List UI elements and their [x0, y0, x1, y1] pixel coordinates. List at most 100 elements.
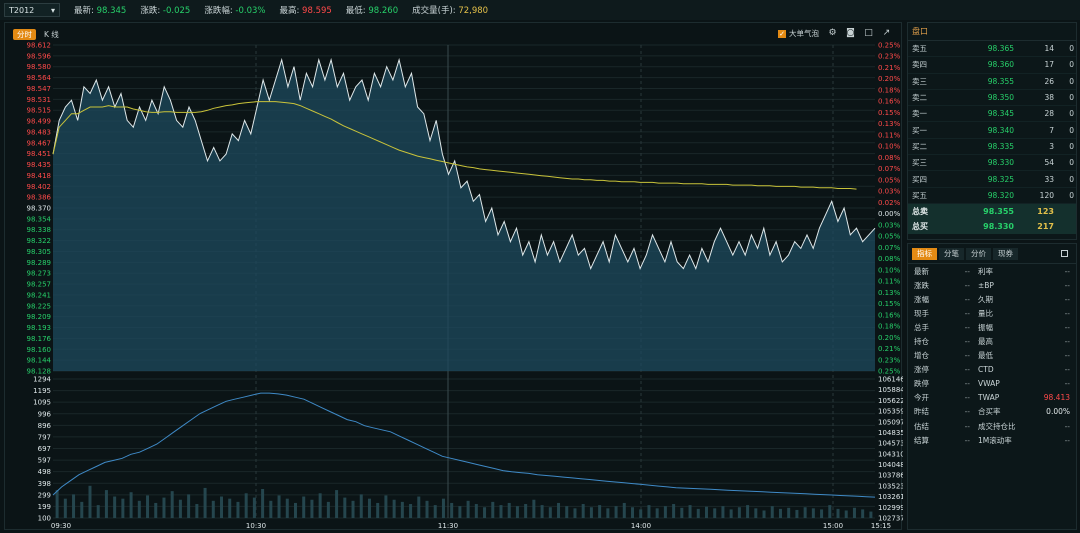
volume-bar: [803, 507, 807, 518]
indicator-l: 昨结: [914, 407, 929, 417]
indicator-v2: 98.413: [1043, 393, 1070, 403]
bid-label: 买三: [912, 158, 927, 168]
bid-vol: 3: [1049, 141, 1054, 151]
volume-bar: [187, 494, 191, 518]
oi-tick-label: 104835: [878, 429, 903, 437]
volume-tick-label: 1294: [33, 376, 51, 384]
pct-tick-label: 0.18%: [878, 86, 901, 94]
tab-ticks[interactable]: 分笔: [939, 247, 964, 260]
tab-price-distribution[interactable]: 分价: [966, 247, 991, 260]
price-tick-label: 98.193: [27, 324, 52, 332]
volume-bar: [104, 490, 108, 518]
ask-price: 98.355: [987, 76, 1014, 86]
chart-toolbar: ✓ 大单气泡 ⚙ ◙ □ ↗: [778, 28, 891, 39]
volume-bar: [318, 493, 322, 518]
tab-kline[interactable]: K 线: [40, 29, 63, 40]
volume-bar: [704, 506, 708, 518]
volume-bar: [573, 508, 577, 518]
indicator-l: 今开: [914, 393, 929, 403]
price-change: 涨跌: -0.025: [140, 6, 191, 16]
volume-bar: [326, 501, 330, 518]
total-buy-price: 98.330: [983, 221, 1014, 231]
total-sell-volume: 123: [1037, 206, 1054, 216]
price-tick-label: 98.338: [27, 226, 52, 234]
bid-label: 买五: [912, 190, 927, 200]
price-tick-label: 98.289: [27, 259, 52, 267]
indicator-row: 总手 -- 振幅 --: [908, 320, 1076, 334]
pct-tick-label: 0.03%: [878, 188, 901, 196]
indicator-l: 增仓: [914, 351, 929, 361]
volume-bar: [425, 500, 429, 518]
low-price: 最低: 98.260: [345, 6, 399, 16]
pct-tick-label: 0.21%: [878, 64, 901, 72]
bid-vol: 33: [1044, 174, 1054, 184]
tab-cash-bonds[interactable]: 现券: [993, 247, 1018, 260]
price-tick-label: 98.612: [27, 42, 52, 50]
total-buy-label: 总买: [912, 221, 928, 231]
pct-tick-label: 0.13%: [878, 120, 901, 128]
camera-icon[interactable]: ◙: [846, 29, 855, 38]
external-link-icon[interactable]: ↗: [882, 29, 891, 38]
bid-price: 98.325: [987, 174, 1014, 184]
indicator-v: --: [964, 435, 970, 445]
price-tick-label: 98.209: [27, 313, 52, 321]
volume-bar: [672, 504, 676, 518]
price-area: [53, 59, 875, 372]
volume-bar: [178, 499, 182, 518]
volume-bar: [252, 497, 256, 518]
tab-indicators[interactable]: 指标: [912, 247, 937, 260]
volume-bar: [721, 506, 725, 518]
indicator-l: 涨跌: [914, 280, 929, 290]
indicator-l: 结算: [914, 435, 929, 445]
indicator-l: 现手: [914, 308, 929, 318]
indicator-v2: --: [1064, 421, 1070, 431]
volume-bar: [417, 496, 421, 518]
price-tick-label: 98.564: [27, 74, 52, 82]
indicator-l2: 成交持仓比: [978, 421, 1016, 431]
price-tick-label: 98.418: [27, 172, 52, 180]
volume-bar: [614, 506, 618, 518]
volume-bar: [359, 494, 363, 518]
total-sell-label: 总卖: [912, 206, 928, 216]
ask-price: 98.360: [987, 60, 1014, 70]
volume-bar: [861, 509, 865, 518]
bid-chg: 0: [1069, 174, 1074, 184]
oi-tick-label: 104310: [878, 450, 903, 458]
indicator-l: 跌停: [914, 379, 929, 389]
pct-tick-label: 0.05%: [878, 233, 901, 241]
total-buy-row: 总买 98.330 217: [908, 218, 1076, 234]
gear-icon[interactable]: ⚙: [828, 29, 837, 38]
square-icon[interactable]: □: [864, 29, 873, 38]
volume-bar: [713, 508, 717, 518]
volume-bar: [820, 509, 824, 518]
volume-bar: [639, 509, 643, 518]
price-tick-label: 98.451: [27, 150, 52, 158]
volume-bar: [631, 507, 635, 518]
time-tick-label: 15:15: [871, 522, 891, 530]
ask-row: 卖四 98.360 17 0: [908, 57, 1076, 74]
pct-tick-label: 0.23%: [878, 356, 901, 364]
indicator-v: --: [964, 294, 970, 304]
volume-tick-label: 896: [38, 422, 52, 430]
volume-bar: [663, 506, 667, 518]
pct-tick-label: 0.25%: [878, 42, 901, 50]
maximize-icon[interactable]: [1061, 250, 1068, 257]
tab-intraday[interactable]: 分时: [13, 29, 36, 40]
indicator-row: 现手 -- 量比 --: [908, 306, 1076, 320]
oi-tick-label: 103786: [878, 472, 903, 480]
big-order-toggle[interactable]: ✓ 大单气泡: [778, 28, 819, 39]
intraday-chart[interactable]: 98.612 98.596 98.580 98.564 98.547 98.531 98.5…: [5, 23, 904, 531]
volume-bar: [491, 501, 495, 518]
pct-tick-label: 0.15%: [878, 109, 901, 117]
bid-row: 买五 98.320 120 0: [908, 188, 1076, 204]
symbol-select[interactable]: T2012 ▾: [4, 3, 60, 17]
volume-bar: [351, 500, 355, 518]
bid-price: 98.340: [987, 125, 1014, 135]
ask-chg: 0: [1069, 44, 1074, 54]
ask-list: 卖五 98.365 14 0 卖四 98.360 17 0 卖三 98.355 26 0 卖二 98.35…: [908, 41, 1076, 123]
volume-bar: [244, 493, 248, 518]
price-tick-label: 98.370: [27, 205, 52, 213]
volume-bar: [433, 505, 437, 518]
indicator-row: 涨停 -- CTD --: [908, 363, 1076, 377]
indicator-v2: --: [1064, 280, 1070, 290]
